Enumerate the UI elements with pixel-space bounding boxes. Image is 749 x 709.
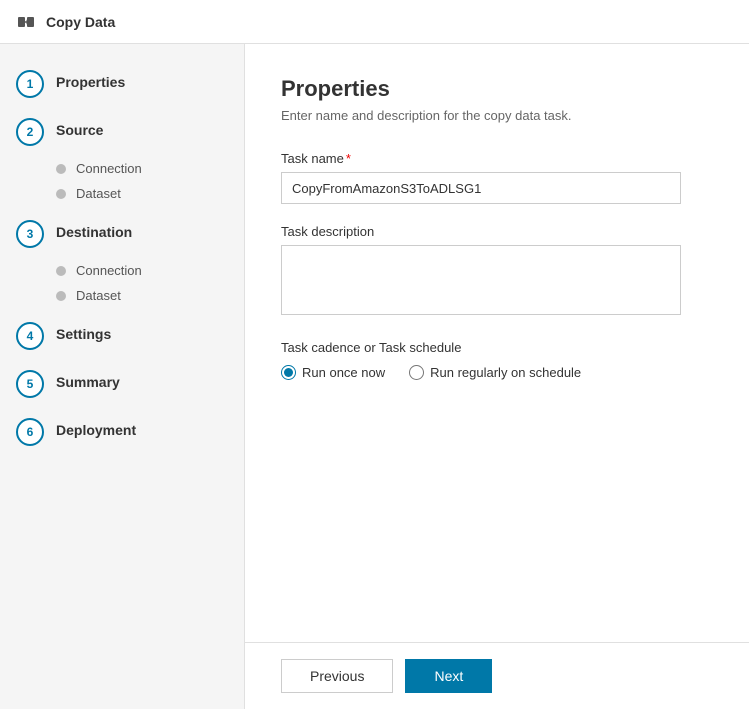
content-body: Properties Enter name and description fo… <box>245 44 749 642</box>
task-name-group: Task name* <box>281 151 713 204</box>
source-sub-items: Connection Dataset <box>0 156 244 210</box>
sidebar-item-destination[interactable]: 3 Destination <box>0 210 244 258</box>
copy-data-icon <box>16 12 36 32</box>
source-connection-item[interactable]: Connection <box>56 156 244 181</box>
sidebar: 1 Properties 2 Source Connection Dataset… <box>0 44 245 709</box>
step-6-label: Deployment <box>56 418 136 438</box>
next-button[interactable]: Next <box>405 659 492 693</box>
destination-connection-dot <box>56 266 66 276</box>
step-2-circle: 2 <box>16 118 44 146</box>
destination-dataset-item[interactable]: Dataset <box>56 283 244 308</box>
sidebar-item-settings[interactable]: 4 Settings <box>0 312 244 360</box>
radio-group: Run once now Run regularly on schedule <box>281 365 713 380</box>
sidebar-item-summary[interactable]: 5 Summary <box>0 360 244 408</box>
top-bar-title: Copy Data <box>46 14 115 30</box>
sidebar-item-properties[interactable]: 1 Properties <box>0 60 244 108</box>
required-star: * <box>346 151 351 166</box>
page-title: Properties <box>281 76 713 102</box>
step-2-label: Source <box>56 118 103 138</box>
step-5-circle: 5 <box>16 370 44 398</box>
destination-dataset-label: Dataset <box>76 288 121 303</box>
content-footer: Previous Next <box>245 642 749 709</box>
radio-run-schedule-label[interactable]: Run regularly on schedule <box>430 365 581 380</box>
source-dataset-dot <box>56 189 66 199</box>
source-connection-label: Connection <box>76 161 142 176</box>
task-description-label: Task description <box>281 224 713 239</box>
sidebar-item-deployment[interactable]: 6 Deployment <box>0 408 244 456</box>
sidebar-item-source[interactable]: 2 Source <box>0 108 244 156</box>
step-4-label: Settings <box>56 322 111 342</box>
step-1-label: Properties <box>56 70 125 90</box>
destination-connection-label: Connection <box>76 263 142 278</box>
previous-button[interactable]: Previous <box>281 659 393 693</box>
source-dataset-item[interactable]: Dataset <box>56 181 244 206</box>
source-connection-dot <box>56 164 66 174</box>
step-4-circle: 4 <box>16 322 44 350</box>
radio-run-schedule-input[interactable] <box>409 365 424 380</box>
page-subtitle: Enter name and description for the copy … <box>281 108 713 123</box>
schedule-label: Task cadence or Task schedule <box>281 340 713 355</box>
step-3-label: Destination <box>56 220 132 240</box>
task-description-input[interactable] <box>281 245 681 315</box>
step-6-circle: 6 <box>16 418 44 446</box>
destination-sub-items: Connection Dataset <box>0 258 244 312</box>
source-dataset-label: Dataset <box>76 186 121 201</box>
task-name-input[interactable] <box>281 172 681 204</box>
task-description-group: Task description <box>281 224 713 320</box>
step-5-label: Summary <box>56 370 120 390</box>
step-3-circle: 3 <box>16 220 44 248</box>
schedule-group: Task cadence or Task schedule Run once n… <box>281 340 713 380</box>
content-panel: Properties Enter name and description fo… <box>245 44 749 709</box>
destination-connection-item[interactable]: Connection <box>56 258 244 283</box>
top-bar: Copy Data <box>0 0 749 44</box>
step-1-circle: 1 <box>16 70 44 98</box>
radio-run-schedule[interactable]: Run regularly on schedule <box>409 365 581 380</box>
radio-run-once[interactable]: Run once now <box>281 365 385 380</box>
radio-run-once-input[interactable] <box>281 365 296 380</box>
main-layout: 1 Properties 2 Source Connection Dataset… <box>0 44 749 709</box>
task-name-label: Task name* <box>281 151 713 166</box>
radio-run-once-label[interactable]: Run once now <box>302 365 385 380</box>
destination-dataset-dot <box>56 291 66 301</box>
